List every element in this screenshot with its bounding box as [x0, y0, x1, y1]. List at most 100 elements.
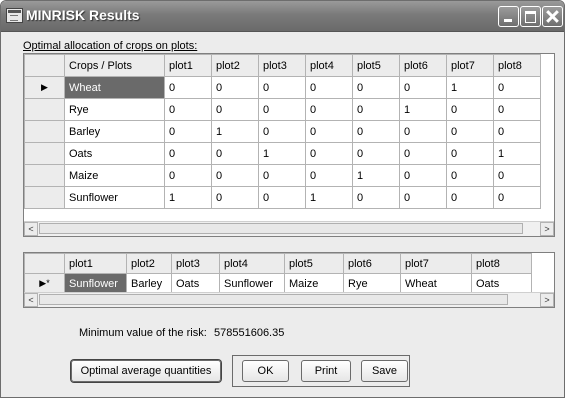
row-header[interactable]	[24, 120, 65, 143]
table-cell[interactable]: 0	[446, 98, 494, 121]
table-cell[interactable]: 1	[258, 142, 306, 165]
table-cell[interactable]: 0	[211, 76, 259, 99]
table-row[interactable]: Rye 0 0 0 0 0 1 0 0	[24, 98, 541, 121]
table-cell[interactable]: 0	[211, 186, 259, 209]
horizontal-scrollbar[interactable]: < >	[24, 221, 554, 236]
table-cell[interactable]: 0	[164, 76, 212, 99]
current-row-indicator[interactable]: ▶	[24, 76, 65, 99]
table-cell[interactable]: 1	[352, 164, 400, 187]
row-header[interactable]	[24, 186, 65, 209]
table-cell[interactable]: 0	[493, 120, 541, 143]
table-cell[interactable]: 0	[164, 142, 212, 165]
crop-cell[interactable]: Wheat	[64, 76, 165, 99]
table-cell[interactable]: 0	[352, 142, 400, 165]
table-cell[interactable]: Barley	[126, 273, 172, 294]
table-cell[interactable]: 0	[305, 76, 353, 99]
crop-cell[interactable]: Maize	[64, 164, 165, 187]
table-cell[interactable]: 1	[446, 76, 494, 99]
table-cell[interactable]: Sunflower	[64, 273, 127, 294]
maximize-icon[interactable]	[520, 6, 541, 27]
table-cell[interactable]: 1	[164, 186, 212, 209]
optimal-average-quantities-button[interactable]: Optimal average quantities	[71, 360, 221, 382]
column-header[interactable]: plot7	[400, 253, 472, 274]
column-header[interactable]: plot1	[164, 54, 212, 77]
column-header[interactable]: plot7	[446, 54, 494, 77]
column-header[interactable]: plot4	[219, 253, 285, 274]
table-cell[interactable]: 0	[446, 142, 494, 165]
column-header[interactable]: plot3	[258, 54, 306, 77]
ok-button[interactable]: OK	[242, 360, 289, 382]
table-cell[interactable]: 0	[493, 186, 541, 209]
table-cell[interactable]: 0	[258, 76, 306, 99]
table-cell[interactable]: 0	[493, 98, 541, 121]
column-header[interactable]: plot5	[284, 253, 344, 274]
table-cell[interactable]: Rye	[343, 273, 401, 294]
scroll-left-icon[interactable]: <	[24, 293, 38, 307]
table-cell[interactable]: 0	[399, 76, 447, 99]
horizontal-scrollbar[interactable]: < >	[24, 292, 554, 307]
close-icon[interactable]	[542, 6, 563, 27]
scroll-right-icon[interactable]: >	[540, 222, 554, 236]
table-cell[interactable]: 0	[211, 142, 259, 165]
scroll-thumb[interactable]	[39, 294, 508, 305]
table-row[interactable]: ▶ Wheat 0 0 0 0 0 0 1 0	[24, 76, 541, 99]
table-row[interactable]: Oats 0 0 1 0 0 0 0 1	[24, 142, 541, 165]
column-header[interactable]: plot6	[343, 253, 401, 274]
table-cell[interactable]: 0	[305, 98, 353, 121]
column-header[interactable]: plot5	[352, 54, 400, 77]
table-cell[interactable]: Sunflower	[219, 273, 285, 294]
column-header[interactable]: plot1	[64, 253, 127, 274]
table-cell[interactable]: 0	[352, 186, 400, 209]
table-row[interactable]: Barley 0 1 0 0 0 0 0 0	[24, 120, 541, 143]
table-cell[interactable]: 0	[305, 164, 353, 187]
table-cell[interactable]: 0	[164, 120, 212, 143]
row-header[interactable]	[24, 164, 65, 187]
column-header[interactable]: plot2	[126, 253, 172, 274]
scroll-right-icon[interactable]: >	[540, 293, 554, 307]
table-cell[interactable]: 0	[399, 142, 447, 165]
table-cell[interactable]: Oats	[171, 273, 220, 294]
table-cell[interactable]: 0	[164, 164, 212, 187]
table-cell[interactable]: 0	[258, 186, 306, 209]
minimize-icon[interactable]	[498, 6, 519, 27]
table-cell[interactable]: 0	[211, 164, 259, 187]
table-cell[interactable]: 0	[258, 164, 306, 187]
table-cell[interactable]: 0	[352, 98, 400, 121]
table-cell[interactable]: 0	[493, 76, 541, 99]
row-header[interactable]	[24, 142, 65, 165]
table-cell[interactable]: 0	[399, 164, 447, 187]
table-cell[interactable]: 1	[211, 120, 259, 143]
table-cell[interactable]: 0	[446, 164, 494, 187]
table-cell[interactable]: 0	[305, 142, 353, 165]
table-row[interactable]: ▶* Sunflower Barley Oats Sunflower Maize…	[24, 273, 532, 294]
table-cell[interactable]: 0	[446, 120, 494, 143]
crop-cell[interactable]: Barley	[64, 120, 165, 143]
table-cell[interactable]: 0	[258, 120, 306, 143]
table-cell[interactable]: 0	[211, 98, 259, 121]
table-cell[interactable]: Maize	[284, 273, 344, 294]
title-bar[interactable]: MINRISK Results	[1, 1, 564, 32]
save-button[interactable]: Save	[361, 360, 408, 382]
table-cell[interactable]: 0	[164, 98, 212, 121]
crop-cell[interactable]: Rye	[64, 98, 165, 121]
column-header[interactable]: plot3	[171, 253, 220, 274]
table-cell[interactable]: 0	[493, 164, 541, 187]
table-cell[interactable]: 0	[305, 120, 353, 143]
print-button[interactable]: Print	[301, 360, 351, 382]
table-cell[interactable]: 0	[446, 186, 494, 209]
scroll-thumb[interactable]	[39, 223, 523, 234]
column-header[interactable]: plot4	[305, 54, 353, 77]
allocation-grid[interactable]: Crops / Plots plot1 plot2 plot3 plot4 pl…	[23, 53, 555, 237]
row-header[interactable]	[24, 98, 65, 121]
table-cell[interactable]: Oats	[471, 273, 532, 294]
table-cell[interactable]: 1	[493, 142, 541, 165]
new-row-indicator[interactable]: ▶*	[24, 273, 65, 294]
column-header[interactable]: plot8	[471, 253, 532, 274]
scroll-left-icon[interactable]: <	[24, 222, 38, 236]
table-cell[interactable]: 0	[399, 120, 447, 143]
column-header[interactable]: plot8	[493, 54, 541, 77]
table-cell[interactable]: 0	[399, 186, 447, 209]
table-cell[interactable]: 1	[399, 98, 447, 121]
column-header[interactable]: plot2	[211, 54, 259, 77]
crop-per-plot-grid[interactable]: plot1 plot2 plot3 plot4 plot5 plot6 plot…	[23, 252, 555, 308]
